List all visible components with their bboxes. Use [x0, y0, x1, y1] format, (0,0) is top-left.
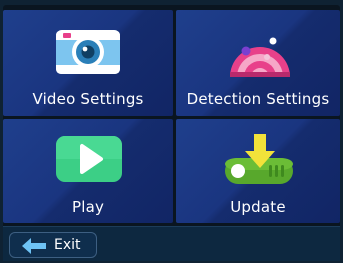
tile-label-update: Update — [230, 198, 286, 216]
camera-icon — [56, 30, 120, 74]
tile-label-video-settings: Video Settings — [32, 90, 144, 108]
play-icon — [56, 136, 122, 182]
update-tile[interactable]: Update — [176, 119, 340, 223]
detection-settings-tile[interactable]: Detection Settings — [176, 10, 340, 116]
exit-label: Exit — [54, 237, 81, 253]
arrow-left-icon — [22, 238, 46, 254]
radar-icon — [230, 37, 290, 77]
download-icon — [225, 134, 293, 184]
tile-label-detection-settings: Detection Settings — [186, 90, 330, 108]
play-tile[interactable]: Play — [3, 119, 173, 223]
exit-button[interactable]: Exit — [9, 232, 97, 258]
tile-label-play: Play — [71, 198, 105, 216]
video-settings-tile[interactable]: Video Settings — [3, 10, 173, 116]
